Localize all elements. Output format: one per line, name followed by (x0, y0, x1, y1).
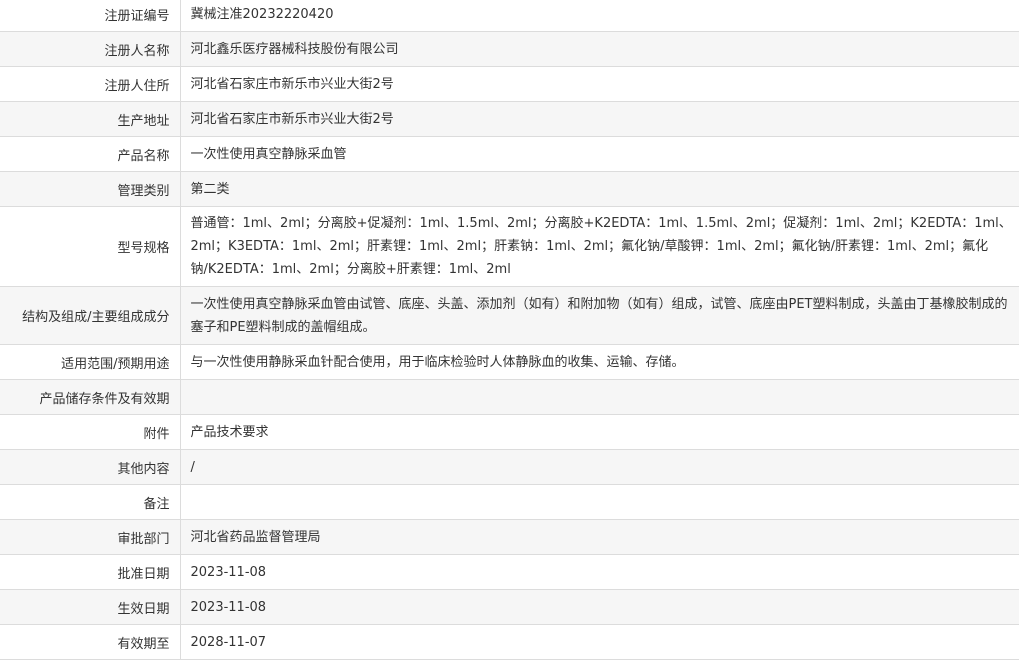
row-product-name: 产品名称 一次性使用真空静脉采血管 (0, 136, 1019, 172)
field-label: 生产地址 (0, 101, 181, 137)
row-model-specification: 型号规格 普通管：1ml、2ml；分离胶+促凝剂：1ml、1.5ml、2ml；分… (0, 206, 1019, 287)
row-management-category: 管理类别 第二类 (0, 171, 1019, 207)
field-label: 管理类别 (0, 171, 181, 207)
field-label: 批准日期 (0, 554, 181, 590)
row-storage-conditions: 产品储存条件及有效期 (0, 379, 1019, 415)
field-value: 第二类 (180, 171, 1019, 207)
row-approval-department: 审批部门 河北省药品监督管理局 (0, 519, 1019, 555)
field-label: 型号规格 (0, 206, 181, 287)
field-value: / (180, 449, 1019, 485)
row-valid-until: 有效期至 2028-11-07 (0, 624, 1019, 660)
field-value: 产品技术要求 (180, 414, 1019, 450)
row-registrant-address: 注册人住所 河北省石家庄市新乐市兴业大街2号 (0, 66, 1019, 102)
registration-detail-table: 注册证编号 冀械注准20232220420 注册人名称 河北鑫乐医疗器械科技股份… (0, 0, 1019, 660)
field-label: 注册证编号 (0, 0, 181, 32)
field-value (180, 379, 1019, 415)
row-structure-composition: 结构及组成/主要组成成分 一次性使用真空静脉采血管由试管、底座、头盖、添加剂（如… (0, 286, 1019, 345)
field-value (180, 484, 1019, 520)
field-value: 与一次性使用静脉采血针配合使用，用于临床检验时人体静脉血的收集、运输、存储。 (180, 344, 1019, 380)
field-label: 注册人住所 (0, 66, 181, 102)
row-remarks: 备注 (0, 484, 1019, 520)
field-value: 普通管：1ml、2ml；分离胶+促凝剂：1ml、1.5ml、2ml；分离胶+K2… (180, 206, 1019, 287)
field-label: 审批部门 (0, 519, 181, 555)
field-label: 备注 (0, 484, 181, 520)
field-label: 适用范围/预期用途 (0, 344, 181, 380)
field-label: 产品储存条件及有效期 (0, 379, 181, 415)
row-other-content: 其他内容 / (0, 449, 1019, 485)
row-registrant-name: 注册人名称 河北鑫乐医疗器械科技股份有限公司 (0, 31, 1019, 67)
field-value: 2023-11-08 (180, 554, 1019, 590)
field-value: 一次性使用真空静脉采血管由试管、底座、头盖、添加剂（如有）和附加物（如有）组成，… (180, 286, 1019, 345)
field-label: 结构及组成/主要组成成分 (0, 286, 181, 345)
row-production-address: 生产地址 河北省石家庄市新乐市兴业大街2号 (0, 101, 1019, 137)
row-registration-number: 注册证编号 冀械注准20232220420 (0, 0, 1019, 32)
row-approval-date: 批准日期 2023-11-08 (0, 554, 1019, 590)
field-value: 河北省石家庄市新乐市兴业大街2号 (180, 66, 1019, 102)
field-value: 一次性使用真空静脉采血管 (180, 136, 1019, 172)
field-label: 附件 (0, 414, 181, 450)
field-value: 2023-11-08 (180, 589, 1019, 625)
field-value: 河北鑫乐医疗器械科技股份有限公司 (180, 31, 1019, 67)
row-attachment: 附件 产品技术要求 (0, 414, 1019, 450)
row-effective-date: 生效日期 2023-11-08 (0, 589, 1019, 625)
field-label: 有效期至 (0, 624, 181, 660)
field-value: 河北省石家庄市新乐市兴业大街2号 (180, 101, 1019, 137)
field-value: 2028-11-07 (180, 624, 1019, 660)
field-label: 生效日期 (0, 589, 181, 625)
field-label: 其他内容 (0, 449, 181, 485)
field-value: 河北省药品监督管理局 (180, 519, 1019, 555)
row-intended-use: 适用范围/预期用途 与一次性使用静脉采血针配合使用，用于临床检验时人体静脉血的收… (0, 344, 1019, 380)
field-value: 冀械注准20232220420 (180, 0, 1019, 32)
field-label: 产品名称 (0, 136, 181, 172)
field-label: 注册人名称 (0, 31, 181, 67)
